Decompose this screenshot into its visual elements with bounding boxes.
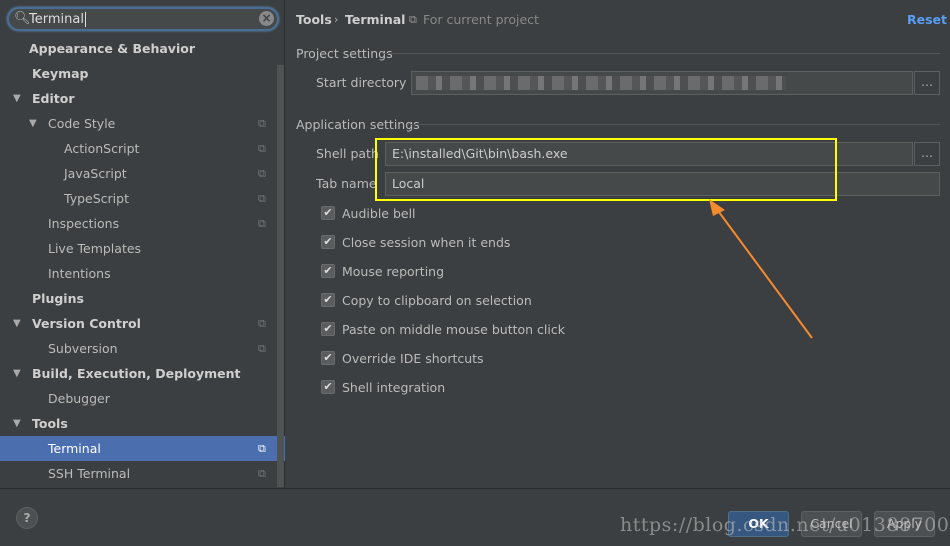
arrow-line: [715, 207, 813, 339]
help-button[interactable]: ?: [16, 507, 38, 529]
arrow-head: [709, 199, 725, 216]
watermark: https://blog.csdn.net/u013887008: [620, 514, 950, 536]
dialog-footer: ? OK Cancel Apply https://blog.csdn.net/…: [0, 488, 950, 546]
annotation-arrow: [709, 199, 813, 339]
